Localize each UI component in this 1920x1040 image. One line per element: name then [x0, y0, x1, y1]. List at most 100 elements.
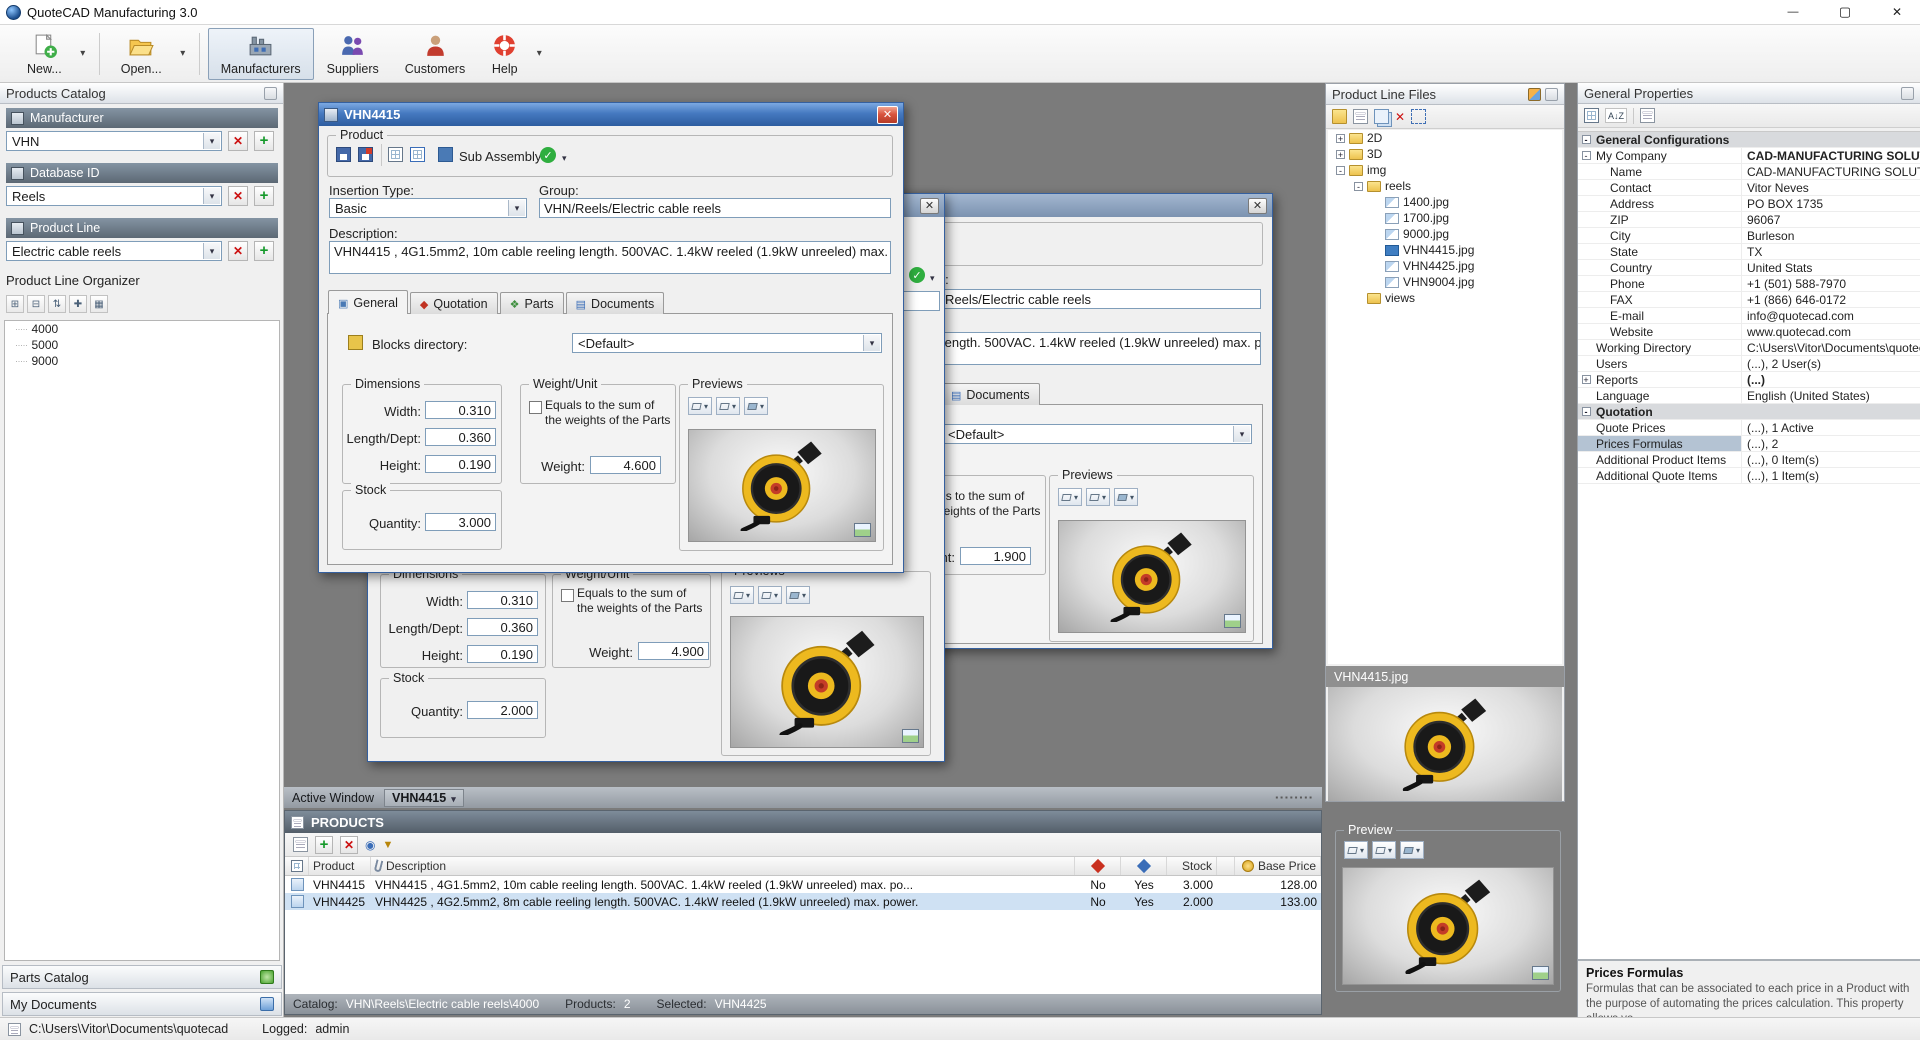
property-value[interactable]: (...), 0 Item(s): [1742, 452, 1920, 467]
property-value[interactable]: (...), 2: [1742, 436, 1920, 451]
width-field[interactable]: 0.310: [467, 591, 538, 609]
preview-source-button[interactable]: [1400, 841, 1424, 859]
save-close-icon[interactable]: [358, 147, 373, 162]
property-value[interactable]: (...), 1 Item(s): [1742, 468, 1920, 483]
property-value[interactable]: 96067: [1742, 212, 1920, 227]
categorized-view-icon[interactable]: [1584, 108, 1599, 123]
property-value[interactable]: (...): [1742, 372, 1920, 387]
property-row[interactable]: Language English (United States): [1578, 388, 1920, 404]
chevron-down-icon[interactable]: [562, 149, 567, 164]
dialog-tab[interactable]: General: [328, 290, 408, 314]
organizer-tree-item[interactable]: 4000: [5, 321, 279, 337]
tree-item[interactable]: 1700.jpg: [1328, 210, 1562, 226]
property-value[interactable]: (...), 1 Active: [1742, 420, 1920, 435]
height-field[interactable]: 0.190: [425, 455, 496, 473]
weight-field[interactable]: 4.900: [638, 642, 709, 660]
blocks-directory-combo[interactable]: <Default>: [942, 424, 1252, 444]
help-dropdown-arrow[interactable]: [531, 28, 547, 80]
insertion-type-combo[interactable]: Basic: [329, 198, 527, 218]
minimize-button[interactable]: [1770, 0, 1816, 24]
property-row[interactable]: Additional Quote Items (...), 1 Item(s): [1578, 468, 1920, 484]
tree-expander-icon[interactable]: [1336, 134, 1345, 143]
parts-catalog-bar[interactable]: Parts Catalog: [2, 965, 282, 989]
preview-view-button[interactable]: [1372, 841, 1396, 859]
stock-column-header[interactable]: Stock: [1167, 857, 1217, 875]
property-row[interactable]: Prices Formulas (...), 2: [1578, 436, 1920, 452]
property-value[interactable]: Vitor Neves: [1742, 180, 1920, 195]
preview-view-button[interactable]: [1058, 488, 1082, 506]
property-row[interactable]: Reports (...): [1578, 372, 1920, 388]
property-value[interactable]: www.quotecad.com: [1742, 324, 1920, 339]
copy-icon[interactable]: [1374, 109, 1389, 124]
tree-item[interactable]: 2D: [1328, 130, 1562, 146]
property-value[interactable]: (...), 2 User(s): [1742, 356, 1920, 371]
product-row[interactable]: VHN4415 VHN4415 , 4G1.5mm2, 10m cable re…: [285, 876, 1321, 893]
property-value[interactable]: +1 (501) 588-7970: [1742, 276, 1920, 291]
tree-item[interactable]: 1400.jpg: [1328, 194, 1562, 210]
expander-icon[interactable]: [1582, 135, 1591, 144]
tree-item[interactable]: reels: [1328, 178, 1562, 194]
database-delete-button[interactable]: [228, 186, 248, 206]
dialog-close-button[interactable]: [877, 106, 898, 124]
tree-item[interactable]: VHN4425.jpg: [1328, 258, 1562, 274]
table-edit-icon[interactable]: [410, 147, 425, 162]
quantity-field[interactable]: 3.000: [425, 513, 496, 531]
chevron-down-icon[interactable]: [203, 188, 220, 204]
property-row[interactable]: Address PO BOX 1735: [1578, 196, 1920, 212]
property-value[interactable]: +1 (866) 646-0172: [1742, 292, 1920, 307]
dialog-titlebar[interactable]: VHN4415: [319, 103, 903, 126]
tree-item[interactable]: 9000.jpg: [1328, 226, 1562, 242]
property-row[interactable]: City Burleson: [1578, 228, 1920, 244]
property-row[interactable]: General Configurations: [1578, 132, 1920, 148]
delete-product-button[interactable]: [340, 836, 358, 854]
tree-item[interactable]: img: [1328, 162, 1562, 178]
products-table-header[interactable]: Product Description Stock Base Price: [285, 857, 1321, 876]
property-row[interactable]: Phone +1 (501) 588-7970: [1578, 276, 1920, 292]
property-value[interactable]: United Stats: [1742, 260, 1920, 275]
dialog-tab[interactable]: Documents: [566, 292, 665, 314]
database-combo[interactable]: Reels: [6, 186, 222, 206]
preview-view-button[interactable]: [1344, 841, 1368, 859]
property-row[interactable]: Quote Prices (...), 1 Active: [1578, 420, 1920, 436]
tree-expander-icon[interactable]: [1354, 182, 1363, 191]
preview-source-button[interactable]: [786, 586, 810, 604]
tree-item[interactable]: views: [1328, 290, 1562, 306]
database-add-button[interactable]: [254, 186, 274, 206]
panel-pin-icon[interactable]: [1545, 88, 1558, 101]
chevron-down-icon[interactable]: [1233, 426, 1250, 442]
property-row[interactable]: Users (...), 2 User(s): [1578, 356, 1920, 372]
dialog-close-button[interactable]: [1248, 198, 1267, 214]
open-button[interactable]: Open...: [108, 28, 175, 80]
preview-view-button[interactable]: [730, 586, 754, 604]
expander-icon[interactable]: [1582, 151, 1591, 160]
customers-button[interactable]: Customers: [392, 28, 478, 80]
manufacturer-delete-button[interactable]: [228, 131, 248, 151]
new-button[interactable]: New...: [14, 28, 75, 80]
close-button[interactable]: [1874, 0, 1920, 24]
description-field[interactable]: VHN4415 , 4G1.5mm2, 10m cable reeling le…: [329, 241, 891, 274]
length-field[interactable]: 0.360: [467, 618, 538, 636]
expander-icon[interactable]: [1582, 375, 1591, 384]
organizer-tree-item[interactable]: 5000: [5, 337, 279, 353]
panel-pin-icon[interactable]: [1901, 87, 1914, 100]
search-icon[interactable]: ◉: [365, 838, 375, 852]
organizer-collapse-icon[interactable]: ⊟: [27, 295, 45, 313]
tree-item[interactable]: VHN4415.jpg: [1328, 242, 1562, 258]
property-row[interactable]: Working Directory C:\Users\Vitor\Documen…: [1578, 340, 1920, 356]
property-value[interactable]: info@quotecad.com: [1742, 308, 1920, 323]
property-row[interactable]: Additional Product Items (...), 0 Item(s…: [1578, 452, 1920, 468]
open-dropdown-arrow[interactable]: [175, 28, 191, 80]
dialog-tab[interactable]: Parts: [500, 292, 564, 314]
table-view-icon[interactable]: [388, 147, 403, 162]
product-row[interactable]: VHN4425 VHN4425 , 4G2.5mm2, 8m cable ree…: [285, 893, 1321, 910]
new-file-icon[interactable]: [1353, 109, 1368, 124]
panel-pin-icon[interactable]: [264, 87, 277, 100]
sum-weights-checkbox[interactable]: [561, 589, 574, 602]
property-row[interactable]: Website www.quotecad.com: [1578, 324, 1920, 340]
chevron-down-icon[interactable]: [863, 335, 880, 351]
height-field[interactable]: 0.190: [467, 645, 538, 663]
drag-grip[interactable]: ▪▪▪▪▪▪▪▪: [1275, 793, 1314, 802]
property-row[interactable]: Country United Stats: [1578, 260, 1920, 276]
organizer-add-icon[interactable]: ✚: [69, 295, 87, 313]
property-pages-icon[interactable]: [1640, 108, 1655, 123]
